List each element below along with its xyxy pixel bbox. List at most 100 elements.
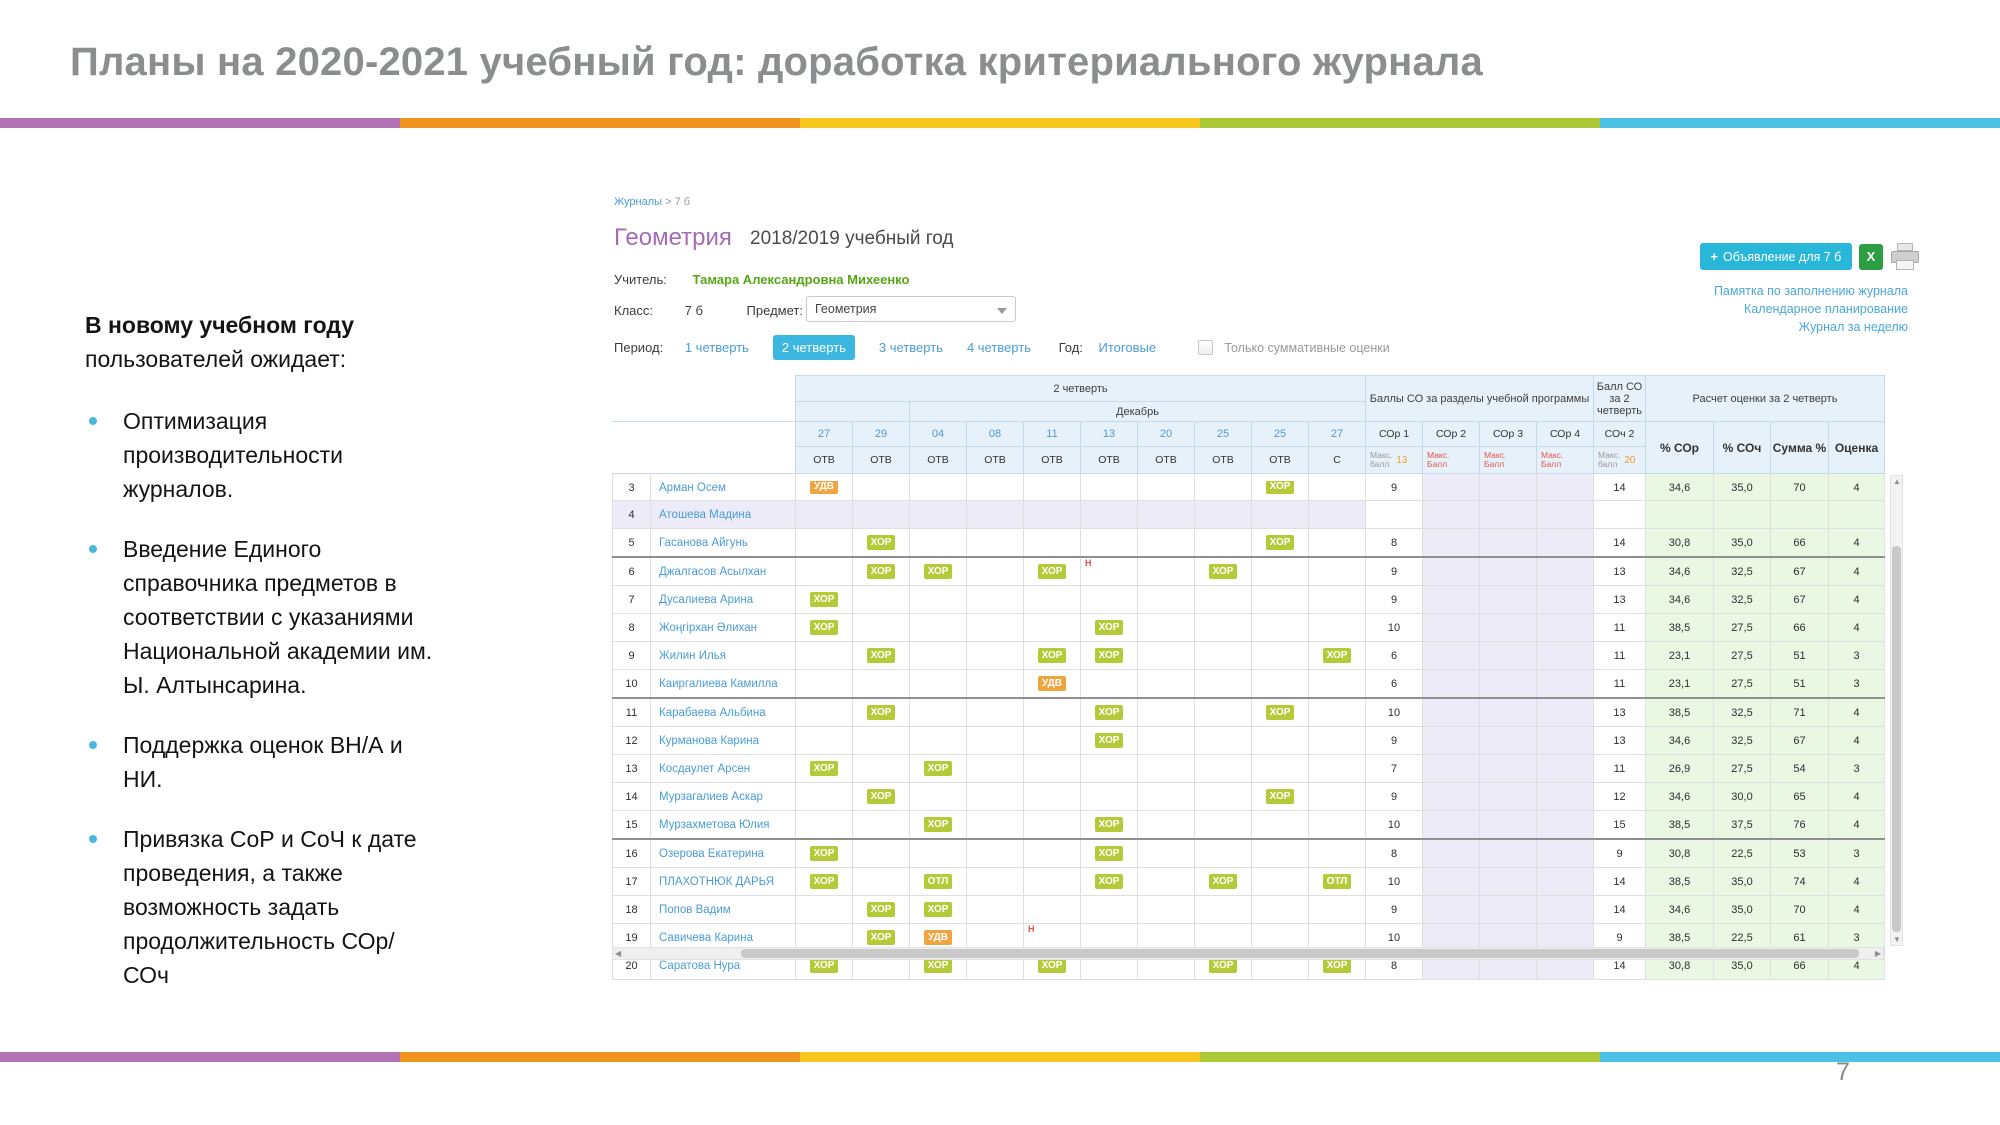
grade-cell[interactable] (796, 529, 853, 558)
student-name-link[interactable]: Косдаулет Арсен (659, 763, 750, 775)
grade-cell[interactable]: ХОР (1195, 868, 1252, 896)
grade-cell[interactable] (910, 727, 967, 755)
grade-cell[interactable]: ХОР (1195, 557, 1252, 586)
grade-cell[interactable] (796, 501, 853, 529)
sor4-score-cell[interactable] (1537, 529, 1594, 558)
grade-cell[interactable] (967, 896, 1024, 924)
grade-cell[interactable]: ХОР (796, 614, 853, 642)
pct-soch-cell[interactable]: 32,5 (1714, 557, 1771, 586)
grade-cell[interactable] (853, 811, 910, 840)
sum-pct-cell[interactable]: 76 (1771, 811, 1829, 840)
sor4-score-cell[interactable] (1537, 839, 1594, 868)
pct-sor-cell[interactable]: 34,6 (1646, 586, 1714, 614)
grade-cell[interactable] (1252, 868, 1309, 896)
grade-cell[interactable] (1024, 811, 1081, 840)
grade-cell[interactable] (1138, 529, 1195, 558)
sum-pct-cell[interactable]: 51 (1771, 642, 1829, 670)
pct-soch-cell[interactable]: 32,5 (1714, 698, 1771, 727)
teacher-name-link[interactable]: Тамара Александровна Михеенко (693, 272, 910, 287)
sor4-score-cell[interactable] (1537, 727, 1594, 755)
sum-pct-cell[interactable]: 54 (1771, 755, 1829, 783)
grade-cell[interactable] (853, 727, 910, 755)
sum-pct-cell[interactable]: 70 (1771, 474, 1829, 501)
sor4-score-cell[interactable] (1537, 755, 1594, 783)
grade-cell[interactable] (1195, 501, 1252, 529)
sor1-score-cell[interactable]: 8 (1366, 839, 1423, 868)
grade-cell[interactable] (1309, 698, 1366, 727)
scroll-up-icon[interactable]: ▲ (1893, 477, 1901, 486)
grade-cell[interactable] (1252, 501, 1309, 529)
soch-score-cell[interactable]: 13 (1594, 698, 1646, 727)
sum-pct-cell[interactable]: 51 (1771, 670, 1829, 699)
date-column-header[interactable]: 04 (910, 422, 967, 447)
grade-cell[interactable]: ХОР (1081, 642, 1138, 670)
student-name-link[interactable]: Дусалиева Арина (659, 594, 753, 606)
grade-cell[interactable] (1252, 614, 1309, 642)
grade-cell[interactable] (1195, 586, 1252, 614)
sor2-score-cell[interactable] (1423, 614, 1480, 642)
grade-cell[interactable] (910, 783, 967, 811)
grade-value-cell[interactable]: 3 (1829, 670, 1885, 699)
grade-badge[interactable]: ХОР (1209, 564, 1238, 579)
grade-cell[interactable]: ХОР (1024, 642, 1081, 670)
grade-cell[interactable] (1138, 670, 1195, 699)
pct-sor-cell[interactable]: 30,8 (1646, 529, 1714, 558)
print-icon[interactable] (1891, 243, 1919, 270)
pct-soch-cell[interactable]: 35,0 (1714, 474, 1771, 501)
period-tab[interactable]: 1 четверть (685, 340, 749, 355)
grade-value-cell[interactable]: 3 (1829, 839, 1885, 868)
quick-link[interactable]: Журнал за неделю (1400, 318, 1908, 336)
grade-cell[interactable] (1081, 586, 1138, 614)
sor2-score-cell[interactable] (1423, 755, 1480, 783)
grade-value-cell[interactable]: 3 (1829, 642, 1885, 670)
horizontal-scrollbar-thumb[interactable] (741, 949, 1859, 958)
grade-cell[interactable]: ХОР (910, 557, 967, 586)
soch-score-cell[interactable]: 14 (1594, 868, 1646, 896)
student-name-link[interactable]: Попов Вадим (659, 904, 731, 916)
grade-cell[interactable] (1024, 501, 1081, 529)
grade-cell[interactable] (853, 501, 910, 529)
soch-score-cell[interactable]: 12 (1594, 783, 1646, 811)
grade-value-cell[interactable]: 4 (1829, 614, 1885, 642)
grade-badge[interactable]: ХОР (1266, 481, 1295, 494)
sor2-score-cell[interactable] (1423, 670, 1480, 699)
grade-cell[interactable]: Н (1081, 557, 1138, 586)
grade-cell[interactable] (1252, 642, 1309, 670)
sor4-score-cell[interactable] (1537, 614, 1594, 642)
grade-cell[interactable] (1081, 755, 1138, 783)
grade-cell[interactable] (1138, 727, 1195, 755)
grade-cell[interactable] (1138, 642, 1195, 670)
sum-pct-cell[interactable] (1771, 501, 1829, 529)
grade-cell[interactable] (1309, 755, 1366, 783)
grade-cell[interactable] (1195, 783, 1252, 811)
grade-cell[interactable] (1252, 755, 1309, 783)
sor1-score-cell[interactable]: 9 (1366, 727, 1423, 755)
sor1-score-cell[interactable]: 8 (1366, 529, 1423, 558)
grade-cell[interactable] (967, 529, 1024, 558)
grade-cell[interactable]: ХОР (853, 896, 910, 924)
sor4-score-cell[interactable] (1537, 642, 1594, 670)
grade-cell[interactable] (1138, 474, 1195, 501)
grade-cell[interactable] (1252, 839, 1309, 868)
student-name-link[interactable]: Савичева Карина (659, 932, 753, 944)
grade-badge[interactable]: ХОР (867, 902, 896, 917)
grade-cell[interactable] (1195, 896, 1252, 924)
grade-cell[interactable]: ХОР (1081, 698, 1138, 727)
student-name-link[interactable]: Мурзагалиев Аскар (659, 791, 763, 803)
grade-badge[interactable]: ХОР (867, 648, 896, 663)
sor3-score-cell[interactable] (1480, 783, 1537, 811)
grade-badge[interactable]: ХОР (810, 620, 839, 635)
grade-cell[interactable]: ХОР (1081, 614, 1138, 642)
sum-pct-cell[interactable]: 67 (1771, 557, 1829, 586)
quick-link[interactable]: Календарное планирование (1400, 300, 1908, 318)
grade-cell[interactable] (1081, 896, 1138, 924)
grade-cell[interactable] (1138, 586, 1195, 614)
grade-cell[interactable] (910, 839, 967, 868)
grade-cell[interactable] (1081, 474, 1138, 501)
grade-cell[interactable] (1309, 529, 1366, 558)
grade-cell[interactable] (1309, 614, 1366, 642)
sor4-score-cell[interactable] (1537, 811, 1594, 840)
grade-cell[interactable] (967, 474, 1024, 501)
grade-cell[interactable] (1195, 698, 1252, 727)
pct-sor-cell[interactable]: 26,9 (1646, 755, 1714, 783)
